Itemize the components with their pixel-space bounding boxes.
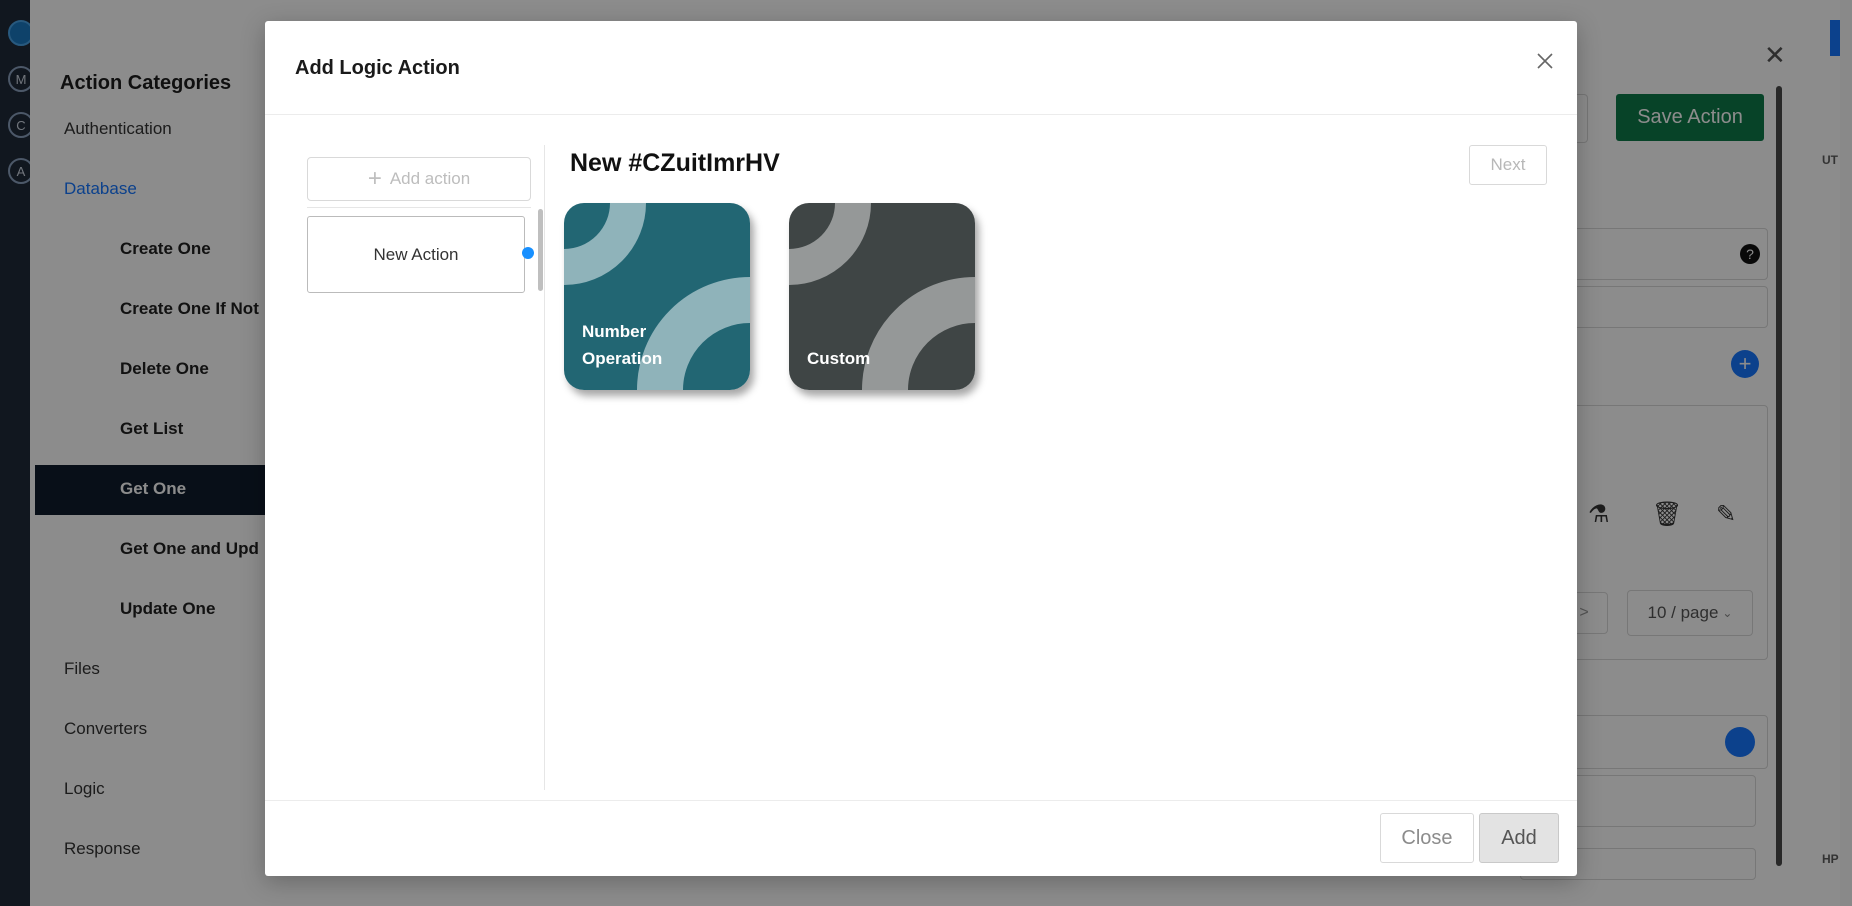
add-action-label: Add action bbox=[389, 169, 471, 188]
connector-dot[interactable] bbox=[522, 247, 534, 259]
add-logic-action-modal: Add Logic Action + Add action New Action… bbox=[265, 21, 1577, 876]
card-custom[interactable]: Custom bbox=[789, 203, 975, 390]
edge-text-ut: UT bbox=[1822, 153, 1838, 167]
next-button[interactable]: Next bbox=[1469, 145, 1547, 185]
card-number-operation-label: Number Operation bbox=[582, 318, 662, 372]
add-button[interactable]: Add bbox=[1479, 813, 1559, 863]
card-custom-label: Custom bbox=[807, 345, 870, 372]
card-number-operation-line-2: Operation bbox=[582, 349, 663, 368]
panel-divider bbox=[544, 145, 545, 790]
plus-icon: + bbox=[367, 165, 382, 192]
modal-title: Add Logic Action bbox=[295, 57, 460, 79]
action-list-item[interactable]: New Action bbox=[307, 216, 525, 293]
card-number-operation[interactable]: Number Operation bbox=[564, 203, 750, 390]
close-icon[interactable] bbox=[1529, 45, 1561, 77]
card-number-operation-line-1: Number bbox=[582, 322, 647, 341]
actions-scrollbar[interactable] bbox=[538, 209, 543, 291]
action-list-item-label: New Action bbox=[373, 244, 459, 264]
edge-text-hp: HP bbox=[1822, 852, 1839, 866]
card-custom-line-1: Custom bbox=[807, 349, 871, 368]
modal-header: Add Logic Action bbox=[265, 21, 1577, 115]
close-button[interactable]: Close bbox=[1380, 813, 1474, 863]
action-heading: New #CZuitImrHV bbox=[570, 149, 780, 177]
actions-divider bbox=[307, 207, 531, 208]
modal-footer-divider bbox=[265, 800, 1577, 801]
add-action-button[interactable]: + Add action bbox=[307, 157, 531, 201]
